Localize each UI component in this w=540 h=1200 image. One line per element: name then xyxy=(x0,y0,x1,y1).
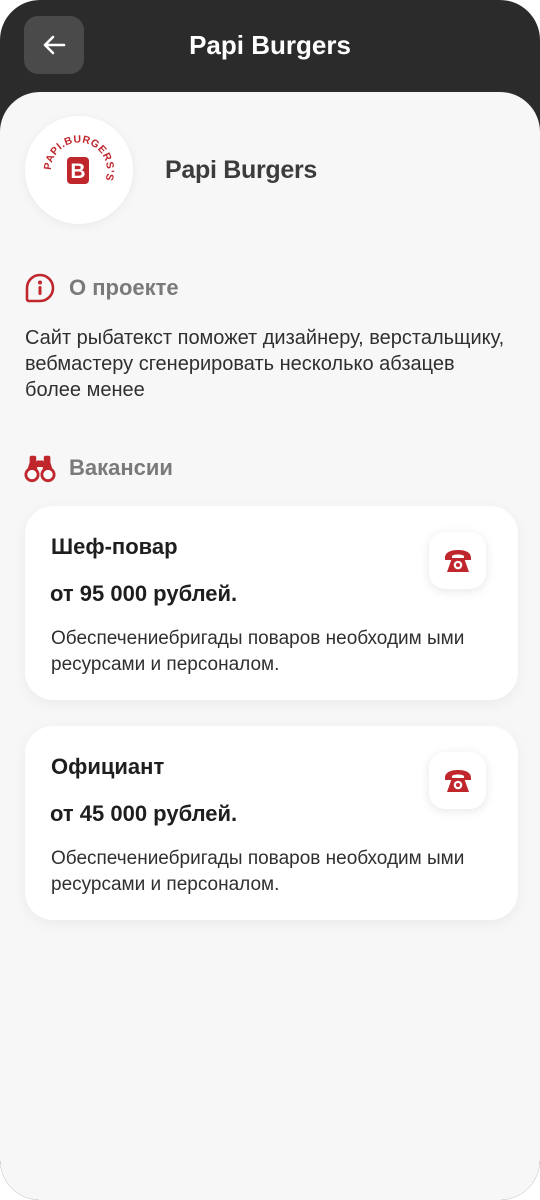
call-button[interactable] xyxy=(429,752,486,809)
vacancy-title: Шеф-повар xyxy=(51,534,178,559)
papi-burgers-logo: PAPI.BURGERS'S B xyxy=(42,133,116,184)
binoculars-icon xyxy=(24,452,56,484)
brand-name: Papi Burgers xyxy=(165,156,318,184)
vacancy-title: Официант xyxy=(51,754,165,779)
phone-icon xyxy=(444,769,471,792)
brand-logo: PAPI.BURGERS'S B xyxy=(25,116,133,224)
phone-icon xyxy=(444,549,471,572)
vacancies-heading-label: Вакансии xyxy=(69,455,173,480)
vacancy-description: Обеспечениебригады поваров необходим ыми… xyxy=(51,628,465,675)
vacancy-description: Обеспечениебригады поваров необходим ыми… xyxy=(51,848,465,895)
page-title: Papi Burgers xyxy=(189,30,351,60)
about-description: Сайт рыбатекст поможет дизайнеру, верста… xyxy=(25,327,505,401)
vacancy-salary: от 95 000 рублей. xyxy=(50,581,238,606)
top-bar: Papi Burgers xyxy=(0,0,540,96)
screen: Papi Burgers PAPI.BURGERS'S B Papi Burge… xyxy=(0,0,540,1200)
call-button[interactable] xyxy=(429,532,486,589)
info-badge-icon xyxy=(24,272,56,304)
vacancies-section-heading: Вакансии xyxy=(24,452,173,484)
about-heading-label: О проекте xyxy=(69,275,179,300)
vacancy-card[interactable]: Официант от 45 000 рублей. Обеспечениебр… xyxy=(25,726,518,920)
vacancy-salary: от 45 000 рублей. xyxy=(50,801,238,826)
about-section-heading: О проекте xyxy=(24,272,179,304)
vacancy-card[interactable]: Шеф-повар от 95 000 рублей. Обеспечениеб… xyxy=(25,506,518,700)
svg-text:B: B xyxy=(70,160,85,183)
content-panel: PAPI.BURGERS'S B Papi Burgers О проекте … xyxy=(0,92,540,1200)
